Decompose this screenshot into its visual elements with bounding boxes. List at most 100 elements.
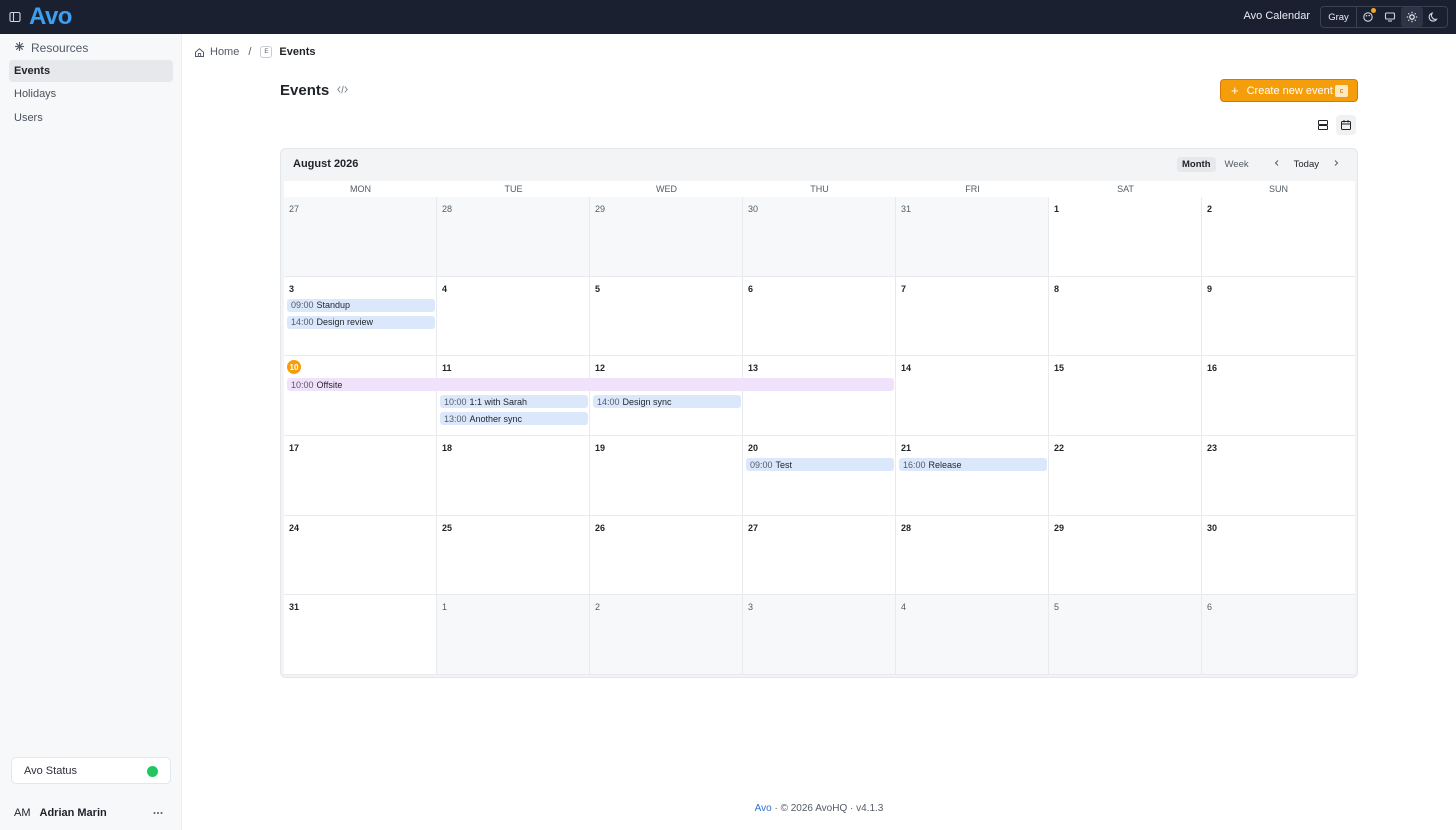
avo-status-card[interactable]: Avo Status <box>11 757 171 784</box>
more-options-icon[interactable] <box>152 807 164 822</box>
day-number: 6 <box>1207 602 1213 613</box>
day-cell[interactable]: 9 <box>1202 276 1355 357</box>
day-cell[interactable]: 18 <box>437 435 590 516</box>
day-number: 2 <box>1207 204 1213 214</box>
day-number: 2 <box>595 602 601 613</box>
calendar: August 2026 Month Week Today MON TUE WED… <box>280 148 1358 678</box>
day-cell[interactable]: 30 <box>1202 515 1355 596</box>
footer-text: · © 2026 AvoHQ · v4.1.3 <box>771 803 884 814</box>
calendar-view-icon[interactable] <box>1336 115 1356 135</box>
day-number: 24 <box>289 522 300 533</box>
calendar-event[interactable]: 13:00 Another sync <box>440 412 588 426</box>
user-name: Adrian Marin <box>39 807 107 819</box>
calendar-event[interactable]: 10:00 Offsite <box>287 378 894 392</box>
day-cell[interactable]: 8 <box>1049 276 1202 357</box>
sun-icon[interactable] <box>1401 7 1423 27</box>
avo-status-label: Avo Status <box>24 764 77 777</box>
day-cell[interactable]: 27 <box>284 197 437 277</box>
sidebar-item-events[interactable]: Events <box>9 60 173 82</box>
footer-avo-link[interactable]: Avo <box>755 803 772 814</box>
chevron-left-icon[interactable] <box>1268 159 1286 170</box>
day-cell[interactable]: 3 <box>743 595 896 675</box>
day-number: 27 <box>289 204 300 214</box>
day-cell-today[interactable]: 10 <box>284 356 437 436</box>
calendar-event[interactable]: 09:00 Test <box>746 458 894 471</box>
day-cell[interactable]: 13 <box>743 356 896 436</box>
day-cell[interactable]: 2 <box>1202 197 1355 277</box>
day-number: 27 <box>748 522 759 533</box>
day-number: 5 <box>1054 602 1060 613</box>
day-cell[interactable]: 15 <box>1049 356 1202 436</box>
list-view-icon[interactable] <box>1313 115 1333 135</box>
calendar-event[interactable]: 10:00 1:1 with Sarah <box>440 395 588 409</box>
day-cell[interactable]: 14 <box>896 356 1049 436</box>
day-cell[interactable]: 19 <box>590 435 743 516</box>
day-cell[interactable]: 20 <box>743 435 896 516</box>
sidebar-item-holidays[interactable]: Holidays <box>9 83 173 105</box>
day-cell[interactable]: 17 <box>284 435 437 516</box>
avo-logo[interactable]: Avo <box>29 3 72 30</box>
day-cell[interactable]: 5 <box>1049 595 1202 675</box>
day-cell[interactable]: 16 <box>1202 356 1355 436</box>
day-cell[interactable]: 4 <box>896 595 1049 675</box>
event-title: Design review <box>316 317 374 328</box>
weekday-label: MON <box>350 184 371 194</box>
day-cell[interactable]: 22 <box>1049 435 1202 516</box>
day-cell[interactable]: 29 <box>1049 515 1202 596</box>
event-title: Release <box>928 459 962 470</box>
day-cell[interactable]: 24 <box>284 515 437 596</box>
day-cell[interactable]: 7 <box>896 276 1049 357</box>
event-time: 10:00 <box>291 379 314 390</box>
event-time: 10:00 <box>444 396 467 407</box>
day-cell[interactable]: 31 <box>284 595 437 675</box>
day-number: 31 <box>289 602 300 613</box>
event-time: 13:00 <box>444 413 467 424</box>
home-icon[interactable] <box>194 47 205 58</box>
day-cell[interactable]: 6 <box>743 276 896 357</box>
day-cell[interactable]: 27 <box>743 515 896 596</box>
calendar-event[interactable]: 14:00 Design sync <box>593 395 741 409</box>
day-cell[interactable]: 5 <box>590 276 743 357</box>
day-cell[interactable]: 25 <box>437 515 590 596</box>
sidebar-item-users[interactable]: Users <box>9 107 173 129</box>
day-number: 22 <box>1054 442 1065 453</box>
day-cell[interactable]: 1 <box>1049 197 1202 277</box>
calendar-event[interactable]: 14:00 Design review <box>287 315 435 329</box>
view-week-button[interactable]: Week <box>1220 157 1254 172</box>
day-cell[interactable]: 29 <box>590 197 743 277</box>
day-cell[interactable]: 28 <box>437 197 590 277</box>
day-cell[interactable]: 1 <box>437 595 590 675</box>
chevron-right-icon[interactable] <box>1327 159 1345 170</box>
today-button[interactable]: Today <box>1286 159 1327 170</box>
calendar-event[interactable]: 16:00 Release <box>899 458 1047 471</box>
user-profile[interactable]: AM Adrian Marin <box>14 804 170 822</box>
day-cell[interactable]: 30 <box>743 197 896 277</box>
monitor-icon[interactable] <box>1379 7 1401 27</box>
event-time: 09:00 <box>291 300 314 311</box>
palette-icon[interactable] <box>1357 7 1379 27</box>
day-cell[interactable]: 31 <box>896 197 1049 277</box>
moon-icon[interactable] <box>1423 7 1445 27</box>
day-number: 17 <box>289 442 300 453</box>
theme-color-select[interactable]: Gray <box>1321 7 1357 27</box>
day-cell[interactable]: 2 <box>590 595 743 675</box>
day-cell[interactable]: 23 <box>1202 435 1355 516</box>
resources-icon <box>14 41 25 55</box>
day-cell[interactable]: 6 <box>1202 595 1355 675</box>
day-cell[interactable]: 4 <box>437 276 590 357</box>
calendar-month-title: August 2026 <box>293 158 359 170</box>
day-number: 30 <box>748 204 759 214</box>
code-icon[interactable] <box>337 85 348 96</box>
create-new-event-button[interactable]: + Create new event c <box>1220 79 1358 102</box>
day-cell[interactable]: 21 <box>896 435 1049 516</box>
day-cell[interactable]: 28 <box>896 515 1049 596</box>
day-number: 6 <box>748 283 754 294</box>
day-cell[interactable]: 26 <box>590 515 743 596</box>
day-number: 29 <box>595 204 606 214</box>
day-number: 29 <box>1054 522 1065 533</box>
sidebar-toggle-icon[interactable] <box>9 11 21 23</box>
calendar-event[interactable]: 09:00 Standup <box>287 298 435 312</box>
view-month-button[interactable]: Month <box>1177 156 1216 172</box>
event-title: Standup <box>316 300 351 311</box>
breadcrumb-home[interactable]: Home <box>210 46 239 58</box>
